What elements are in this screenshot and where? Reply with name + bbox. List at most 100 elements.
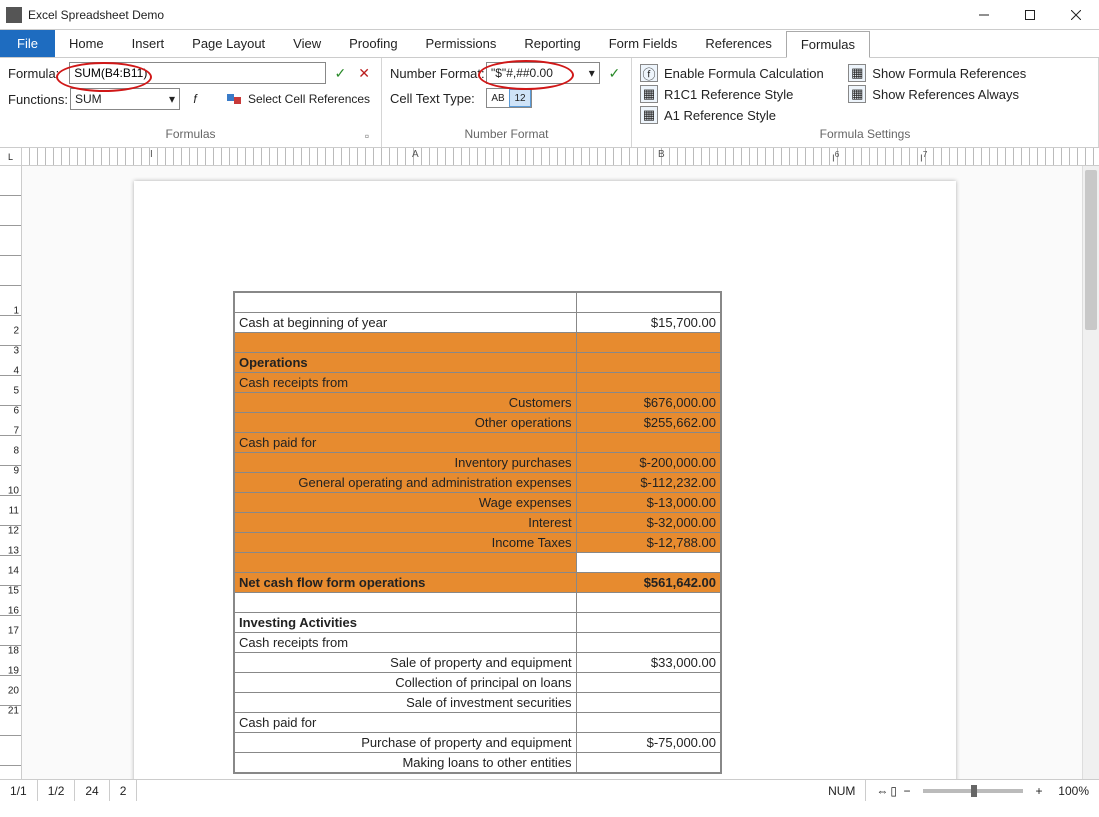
cell[interactable]: $-13,000.00 <box>576 493 720 513</box>
page: Cash at beginning of year$15,700.00 Opera… <box>134 181 956 779</box>
menu-form-fields[interactable]: Form Fields <box>595 30 692 57</box>
formula-cancel-icon[interactable]: ✕ <box>355 64 373 82</box>
cell[interactable]: Cash receipts from <box>235 633 577 653</box>
celltext-ab-button[interactable]: AB <box>487 89 509 107</box>
grid-icon: ▦ <box>640 106 658 124</box>
cell[interactable]: Cash at beginning of year <box>235 313 577 333</box>
cell[interactable]: Inventory purchases <box>235 453 577 473</box>
row-tick: 5 <box>13 386 19 397</box>
zoom-slider[interactable] <box>923 789 1023 793</box>
numfmt-accept-icon[interactable]: ✓ <box>606 64 623 82</box>
cell[interactable] <box>576 293 720 313</box>
cell[interactable]: $561,642.00 <box>576 573 720 593</box>
cell[interactable] <box>235 293 577 313</box>
cell[interactable]: Making loans to other entities <box>235 753 577 773</box>
group-number-format: Number Format: "$"#,##0.00 ▾ ✓ Cell Text… <box>382 58 632 147</box>
menu-proofing[interactable]: Proofing <box>335 30 411 57</box>
cell[interactable] <box>576 373 720 393</box>
cell[interactable] <box>576 433 720 453</box>
formula-accept-icon[interactable]: ✓ <box>332 64 350 82</box>
cell[interactable]: $676,000.00 <box>576 393 720 413</box>
vertical-scrollbar[interactable] <box>1082 166 1099 779</box>
functions-select[interactable]: SUM ▾ <box>70 88 180 110</box>
cell[interactable]: General operating and administration exp… <box>235 473 577 493</box>
row-tick: 18 <box>8 646 19 657</box>
menu-insert[interactable]: Insert <box>118 30 179 57</box>
celltext-12-button[interactable]: 12 <box>509 89 531 107</box>
celltext-toggle[interactable]: AB 12 <box>486 88 532 108</box>
row-tick: 11 <box>9 506 19 517</box>
minimize-button[interactable] <box>961 0 1007 30</box>
cell[interactable]: $-112,232.00 <box>576 473 720 493</box>
row-tick: 16 <box>8 606 19 617</box>
zoom-out-button[interactable]: − <box>899 784 915 798</box>
cell[interactable] <box>576 693 720 713</box>
cell[interactable] <box>576 553 720 573</box>
cell[interactable]: $33,000.00 <box>576 653 720 673</box>
select-cell-refs-button[interactable]: Select Cell References <box>248 92 370 106</box>
celltext-label: Cell Text Type: <box>390 91 480 106</box>
group-launcher-icon[interactable]: ▫ <box>361 129 373 141</box>
enable-calc-button[interactable]: ⓕEnable Formula Calculation <box>640 64 838 82</box>
cell[interactable]: Investing Activities <box>235 613 577 633</box>
menu-permissions[interactable]: Permissions <box>412 30 511 57</box>
fit-page-icon[interactable]: ▯ <box>890 784 897 798</box>
show-refs-button[interactable]: ▦Show Formula References <box>848 64 1041 82</box>
close-button[interactable] <box>1053 0 1099 30</box>
cell[interactable] <box>576 593 720 613</box>
show-always-button[interactable]: ▦Show References Always <box>848 85 1041 103</box>
menu-formulas[interactable]: Formulas <box>786 31 870 58</box>
cell[interactable]: Cash paid for <box>235 713 577 733</box>
row-tick: 6 <box>13 406 19 417</box>
cell[interactable] <box>576 633 720 653</box>
cell[interactable] <box>576 613 720 633</box>
cell[interactable]: $-12,788.00 <box>576 533 720 553</box>
zoom-in-button[interactable]: + <box>1031 784 1047 798</box>
cell[interactable]: Cash receipts from <box>235 373 577 393</box>
cell[interactable] <box>576 353 720 373</box>
cell[interactable]: Purchase of property and equipment <box>235 733 577 753</box>
fit-width-icon[interactable]: ⇔ <box>876 784 888 798</box>
menu-references[interactable]: References <box>691 30 785 57</box>
numfmt-select[interactable]: "$"#,##0.00 ▾ <box>486 62 600 84</box>
menu-reporting[interactable]: Reporting <box>510 30 594 57</box>
scrollbar-thumb[interactable] <box>1085 170 1097 330</box>
cell[interactable] <box>576 673 720 693</box>
cell[interactable] <box>235 593 577 613</box>
zoom-controls[interactable]: ⇔ ▯ − + 100% <box>866 780 1099 801</box>
cell[interactable]: Sale of investment securities <box>235 693 577 713</box>
menu-home[interactable]: Home <box>55 30 118 57</box>
cell[interactable]: $-200,000.00 <box>576 453 720 473</box>
formula-input[interactable] <box>69 62 325 84</box>
cell[interactable]: Interest <box>235 513 577 533</box>
cell[interactable]: Customers <box>235 393 577 413</box>
canvas[interactable]: Cash at beginning of year$15,700.00 Opera… <box>22 166 1099 779</box>
cell[interactable]: Operations <box>235 353 577 373</box>
cell[interactable]: $255,662.00 <box>576 413 720 433</box>
cell[interactable]: Cash paid for <box>235 433 577 453</box>
cell[interactable]: Sale of property and equipment <box>235 653 577 673</box>
cell[interactable]: Net cash flow form operations <box>235 573 577 593</box>
menu-page-layout[interactable]: Page Layout <box>178 30 279 57</box>
fx-icon[interactable]: f <box>186 90 204 108</box>
menu-file[interactable]: File <box>0 30 55 57</box>
spreadsheet[interactable]: Cash at beginning of year$15,700.00 Opera… <box>233 291 722 774</box>
cell[interactable]: $15,700.00 <box>576 313 720 333</box>
row-tick: 8 <box>13 446 19 457</box>
cell[interactable]: Wage expenses <box>235 493 577 513</box>
cell[interactable] <box>235 553 577 573</box>
cell[interactable]: $-32,000.00 <box>576 513 720 533</box>
titlebar: Excel Spreadsheet Demo <box>0 0 1099 30</box>
cell[interactable]: Collection of principal on loans <box>235 673 577 693</box>
cell[interactable]: Income Taxes <box>235 533 577 553</box>
menu-view[interactable]: View <box>279 30 335 57</box>
maximize-button[interactable] <box>1007 0 1053 30</box>
cell[interactable] <box>235 333 577 353</box>
a1-button[interactable]: ▦A1 Reference Style <box>640 106 838 124</box>
cell[interactable]: Other operations <box>235 413 577 433</box>
cell[interactable] <box>576 713 720 733</box>
cell[interactable]: $-75,000.00 <box>576 733 720 753</box>
cell[interactable] <box>576 333 720 353</box>
r1c1-button[interactable]: ▦R1C1 Reference Style <box>640 85 838 103</box>
cell[interactable] <box>576 753 720 773</box>
